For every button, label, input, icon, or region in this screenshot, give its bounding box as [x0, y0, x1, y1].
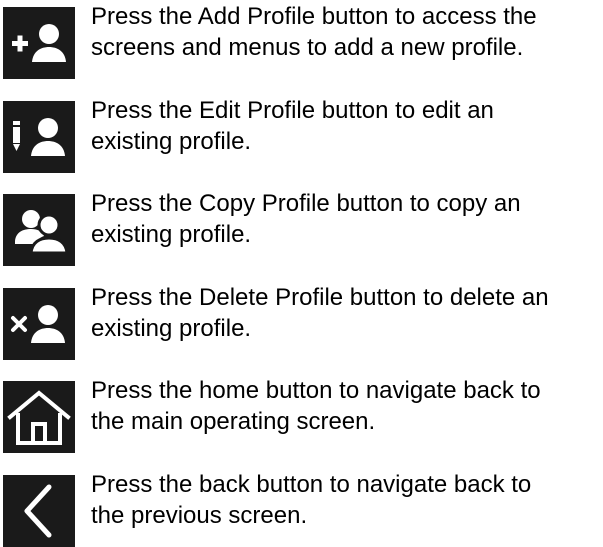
item-description: Press the home button to navigate back t…: [91, 377, 541, 435]
back-icon[interactable]: [3, 475, 75, 547]
item-description: Press the Edit Profile button to edit an…: [91, 97, 494, 155]
item-description: Press the Add Profile button to access t…: [91, 3, 537, 61]
item-description: Press the Delete Profile button to delet…: [91, 284, 549, 342]
edit-profile-icon[interactable]: [3, 101, 75, 173]
item-description: Press the back button to navigate back t…: [91, 471, 532, 529]
home-icon[interactable]: [3, 381, 75, 453]
copy-profile-icon[interactable]: [3, 194, 75, 266]
add-profile-icon[interactable]: [3, 7, 75, 79]
delete-profile-icon[interactable]: [3, 288, 75, 360]
item-description: Press the Copy Profile button to copy an…: [91, 190, 521, 248]
